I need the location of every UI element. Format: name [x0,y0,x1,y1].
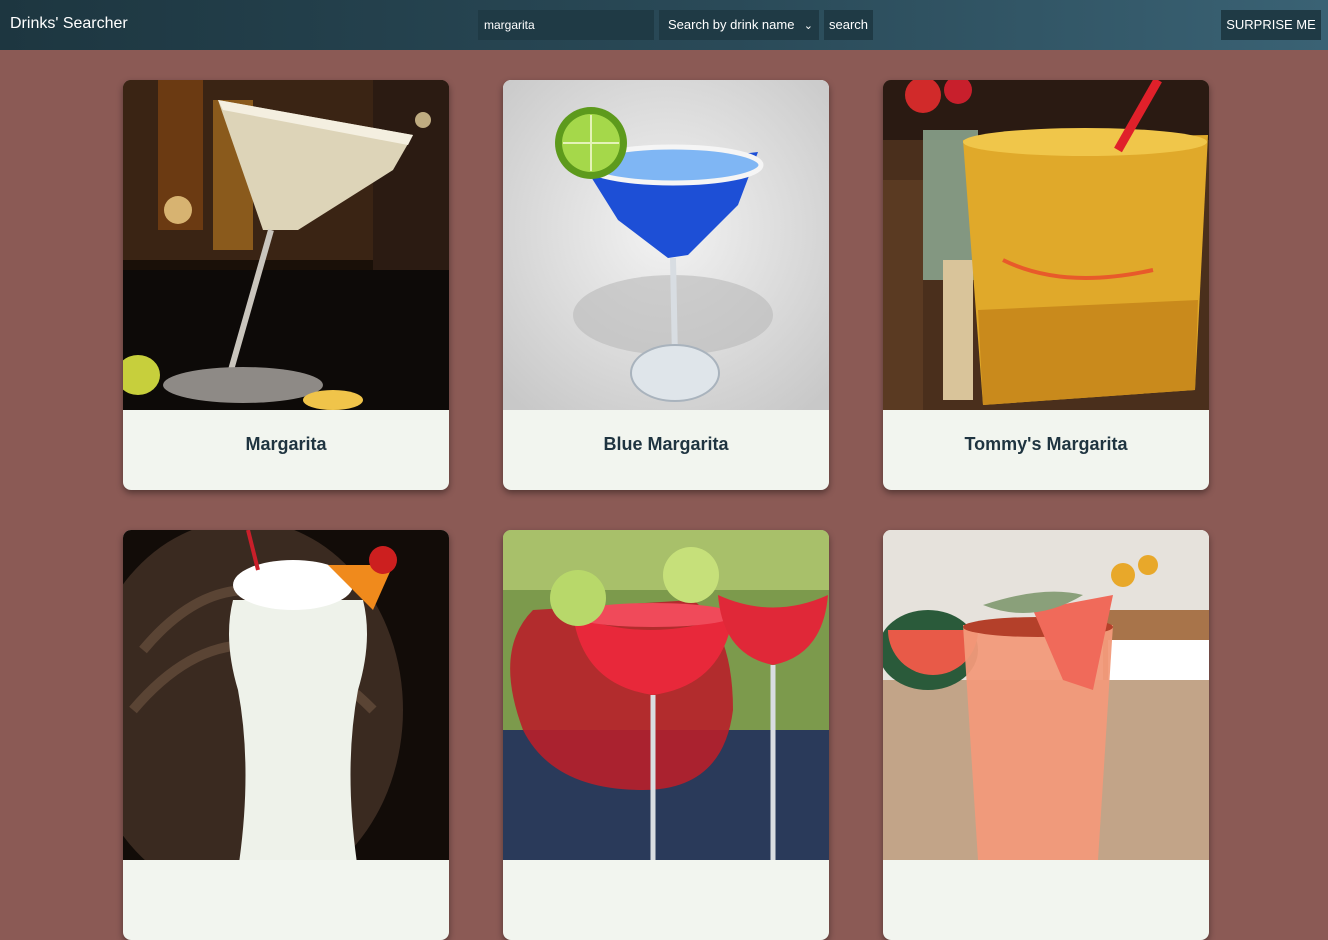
drink-title [123,860,449,940]
drink-image [503,80,829,410]
drink-title: Blue Margarita [603,434,729,454]
drink-card[interactable] [123,530,449,940]
search-button[interactable]: search [824,10,873,40]
search-mode-select[interactable]: Search by drink name ⌄ [659,10,819,40]
drink-card[interactable]: Margarita [123,80,449,490]
drink-card[interactable]: Tommy's Margarita [883,80,1209,490]
app-title[interactable]: Drinks' Searcher [10,15,128,33]
drink-card[interactable] [503,530,829,940]
drink-title: Tommy's Margarita [964,434,1128,454]
search-mode-value: Search by drink name [668,17,795,32]
drink-title [503,860,829,940]
drink-title: Margarita [245,434,327,454]
top-navbar: Drinks' Searcher Search by drink name ⌄ … [0,0,1328,50]
drink-image [883,80,1209,410]
drink-image [503,530,829,860]
drink-card[interactable]: Blue Margarita [503,80,829,490]
chevron-down-icon: ⌄ [803,20,813,32]
drink-title [883,860,1209,940]
drink-image [123,80,449,410]
surprise-me-button[interactable]: SURPRISE ME [1221,10,1321,40]
search-input[interactable] [478,10,654,40]
drink-image [123,530,449,860]
drink-image [883,530,1209,860]
drink-card[interactable] [883,530,1209,940]
